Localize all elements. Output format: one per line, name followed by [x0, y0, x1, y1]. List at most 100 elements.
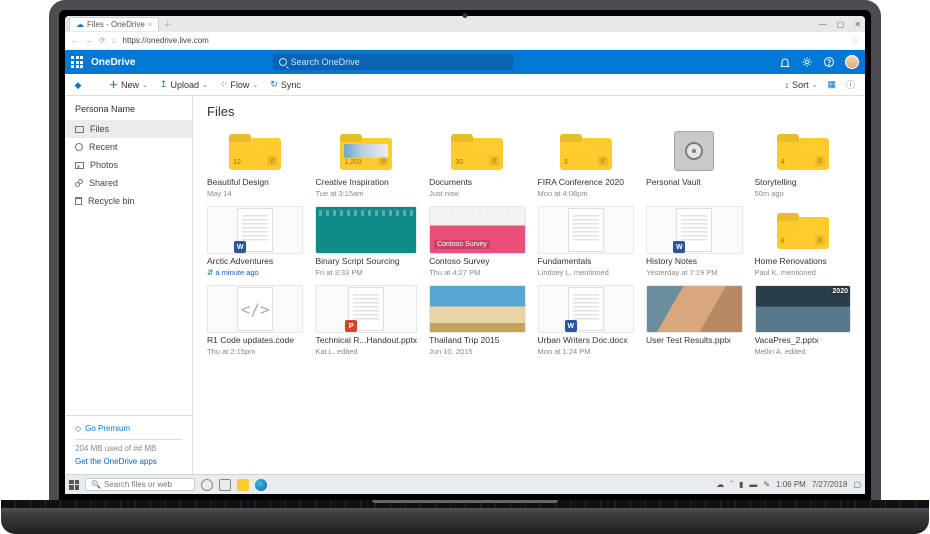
- tile-name: Fundamentals: [538, 256, 634, 266]
- suite-header: OneDrive Search OneDrive: [65, 50, 865, 74]
- new-tab-button[interactable]: ＋: [163, 19, 171, 30]
- search-icon: 🔍: [91, 480, 101, 489]
- file-tile[interactable]: Fundamentals Lindsey L. mentioned: [538, 206, 634, 277]
- tray-chevron-icon[interactable]: ˆ: [730, 480, 733, 489]
- tile-meta: 50m ago: [755, 189, 851, 198]
- tile-meta: Jun 10, 2015: [429, 347, 525, 356]
- search-box[interactable]: Search OneDrive: [273, 54, 513, 70]
- tile-name: Contoso Survey: [429, 256, 525, 266]
- sidebar: Persona Name Files Recent Photos Shared …: [65, 96, 193, 474]
- file-tile[interactable]: Binary Script Sourcing Fri at 3:33 PM: [315, 206, 417, 277]
- tile-meta: Paul K. mentioned: [755, 268, 851, 277]
- tile-meta: Fri at 3:33 PM: [315, 268, 417, 277]
- cortana-icon[interactable]: [201, 479, 213, 491]
- tray-network-icon[interactable]: ▮: [739, 480, 743, 489]
- file-tile[interactable]: PTechnical R...Handout.pptxKat L. edited: [315, 285, 417, 356]
- sidebar-item-recent[interactable]: Recent: [65, 138, 192, 156]
- upload-button[interactable]: ↥Upload⌄: [160, 79, 208, 90]
- taskbar-search[interactable]: 🔍Search files or web: [85, 478, 195, 491]
- clock-time[interactable]: 1:06 PM: [776, 480, 806, 489]
- sync-button[interactable]: ↻Sync: [270, 79, 301, 90]
- window-maximize[interactable]: ▢: [837, 20, 845, 29]
- page-heading: Files: [207, 104, 851, 119]
- back-icon[interactable]: ←: [71, 36, 79, 45]
- sidebar-item-recycle[interactable]: Recycle bin: [65, 192, 192, 210]
- tile-name: Home Renovations: [755, 256, 851, 266]
- tile-meta: May 14: [207, 189, 303, 198]
- brand-label[interactable]: OneDrive: [91, 57, 135, 68]
- tile-name: Binary Script Sourcing: [315, 256, 417, 266]
- photos-icon: [75, 162, 84, 169]
- command-bar: ◆ ＋New⌄ ↥Upload⌄ ⁘Flow⌄ ↻Sync ↕Sort⌄ ▦ ⓘ: [65, 74, 865, 96]
- address-bar: ← → ⟳ ⌂ https://onedrive.live.com ☆: [65, 32, 865, 50]
- new-button[interactable]: ＋New⌄: [109, 78, 148, 91]
- edge-icon[interactable]: [255, 479, 267, 491]
- file-tile[interactable]: 1,203⇵Creative InspirationTue at 3:15am: [315, 127, 417, 198]
- window-close[interactable]: ✕: [854, 20, 861, 29]
- refresh-icon[interactable]: ⟳: [99, 36, 106, 45]
- tile-meta: Just now: [429, 189, 525, 198]
- file-tile[interactable]: WUrban Writers Doc.docxMon at 1:24 PM: [538, 285, 634, 356]
- file-tile[interactable]: WHistory NotesYesterday at 7:19 PM: [646, 206, 742, 277]
- action-center-icon[interactable]: ▢: [853, 480, 861, 489]
- tile-name: Urban Writers Doc.docx: [538, 335, 634, 345]
- tile-name: Beautiful Design: [207, 177, 303, 187]
- tile-meta: Thu at 4:27 PM: [429, 268, 525, 277]
- tile-name: Technical R...Handout.pptx: [315, 335, 417, 345]
- file-tile[interactable]: WArctic Adventures⇵ a minute ago: [207, 206, 303, 277]
- home-icon[interactable]: ⌂: [112, 36, 117, 45]
- tile-meta: Thu at 2:15pm: [207, 347, 303, 356]
- sidebar-item-photos[interactable]: Photos: [65, 156, 192, 174]
- file-tile[interactable]: User Test Results.pptx: [646, 285, 742, 356]
- file-tile[interactable]: 12⇵Beautiful DesignMay 14: [207, 127, 303, 198]
- onedrive-favicon: ☁: [76, 21, 84, 29]
- tab-title: Files - OneDrive: [87, 20, 145, 29]
- sidebar-item-files[interactable]: Files: [65, 120, 192, 138]
- view-tiles-icon[interactable]: ▦: [827, 79, 836, 90]
- file-tile[interactable]: 3⇵FIRA Conference 2020Mon at 4:08pm: [538, 127, 634, 198]
- clock-icon: [75, 143, 83, 151]
- info-pane-icon[interactable]: ⓘ: [846, 78, 855, 91]
- persona-name: Persona Name: [65, 96, 192, 120]
- app-launcher-icon[interactable]: [71, 56, 83, 68]
- file-tile[interactable]: </>R1 Code updates.codeThu at 2:15pm: [207, 285, 303, 356]
- start-button[interactable]: [69, 480, 79, 490]
- tray-pen-icon[interactable]: ✎: [763, 480, 770, 489]
- favorite-icon[interactable]: ☆: [852, 36, 859, 45]
- tile-meta: Yesterday at 7:19 PM: [646, 268, 742, 277]
- help-icon[interactable]: [823, 56, 835, 68]
- clock-date[interactable]: 7/27/2018: [812, 480, 848, 489]
- get-apps-link[interactable]: Get the OneDrive apps: [75, 457, 182, 466]
- window-minimize[interactable]: —: [819, 20, 827, 29]
- tile-name: Storytelling: [755, 177, 851, 187]
- sort-button[interactable]: ↕Sort⌄: [785, 80, 818, 90]
- sidebar-item-shared[interactable]: Shared: [65, 174, 192, 192]
- search-placeholder: Search OneDrive: [291, 57, 360, 67]
- go-premium-link[interactable]: ◇Go Premium: [75, 424, 182, 433]
- file-tile[interactable]: 30⇵DocumentsJust now: [429, 127, 525, 198]
- file-tile[interactable]: 4⇵Storytelling50m ago: [755, 127, 851, 198]
- browser-tab[interactable]: ☁ Files - OneDrive ×: [69, 17, 159, 31]
- forward-icon[interactable]: →: [85, 36, 93, 45]
- settings-gear-icon[interactable]: [801, 56, 813, 68]
- tile-meta: Lindsey L. mentioned: [538, 268, 634, 277]
- task-view-icon[interactable]: [219, 479, 231, 491]
- windows-taskbar: 🔍Search files or web ☁ ˆ ▮ ▬ ✎ 1:06 PM 7…: [65, 474, 865, 494]
- close-tab-icon[interactable]: ×: [148, 20, 153, 29]
- file-tile[interactable]: Personal Vault: [646, 127, 742, 198]
- tray-onedrive-icon[interactable]: ☁: [716, 480, 724, 489]
- tile-name: Thailand Trip 2015: [429, 335, 525, 345]
- storage-quota: 204 MB used of ## MB: [75, 444, 182, 453]
- file-tile[interactable]: 2020VacaPres_2.pptxMellin A. edited: [755, 285, 851, 356]
- recycle-icon: [75, 197, 82, 205]
- file-tile[interactable]: Thailand Trip 2015 Jun 10, 2015: [429, 285, 525, 356]
- explorer-icon[interactable]: [237, 479, 249, 491]
- notifications-icon[interactable]: [779, 56, 791, 68]
- file-tile[interactable]: 8⇵Home RenovationsPaul K. mentioned: [755, 206, 851, 277]
- profile-avatar[interactable]: [845, 55, 859, 69]
- file-tile[interactable]: Contoso SurveyContoso SurveyThu at 4:27 …: [429, 206, 525, 277]
- url-text[interactable]: https://onedrive.live.com: [123, 36, 846, 45]
- flow-button[interactable]: ⁘Flow⌄: [220, 79, 258, 90]
- tray-battery-icon[interactable]: ▬: [749, 480, 757, 489]
- premium-diamond-icon[interactable]: ◆: [65, 74, 91, 96]
